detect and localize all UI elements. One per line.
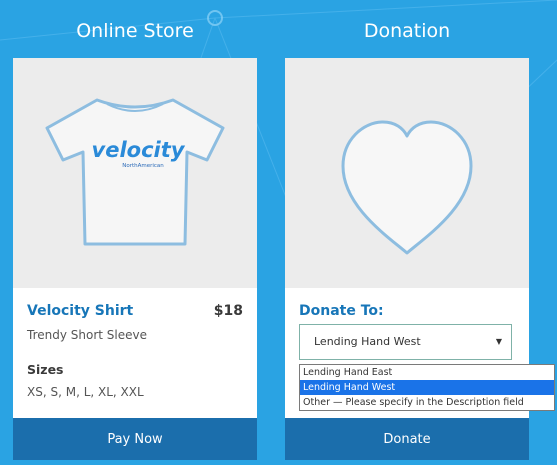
sizes-value: XS, S, M, L, XL, XXL	[27, 385, 144, 399]
shirt-brand-subtext: NorthAmerican	[122, 163, 164, 169]
option-lending-hand-west[interactable]: Lending Hand West	[300, 380, 554, 395]
sizes-label: Sizes	[27, 362, 64, 377]
online-store-title: Online Store	[76, 20, 194, 42]
option-lending-hand-east[interactable]: Lending Hand East	[300, 365, 554, 380]
donation-card: Donate To: Lending Hand West ▼ Lending H…	[285, 58, 555, 460]
donate-to-select[interactable]: Lending Hand West ▼	[299, 324, 512, 360]
caret-down-icon: ▼	[495, 337, 502, 346]
product-image-area: velocity NorthAmerican	[13, 58, 257, 288]
product-name: Velocity Shirt	[27, 303, 134, 319]
tshirt-icon: velocity NorthAmerican	[45, 98, 225, 246]
donate-button[interactable]: Donate	[285, 418, 529, 460]
product-price: $18	[213, 303, 243, 319]
donation-image-area	[285, 58, 529, 288]
shirt-brand-text: velocity	[92, 138, 186, 162]
product-subtitle: Trendy Short Sleeve	[27, 328, 147, 342]
donate-to-options-list: Lending Hand East Lending Hand West Othe…	[299, 364, 555, 411]
option-other[interactable]: Other — Please specify in the Descriptio…	[300, 395, 554, 410]
pay-now-button[interactable]: Pay Now	[13, 418, 257, 460]
product-card: velocity NorthAmerican Velocity Shirt $1…	[13, 58, 257, 460]
donation-title: Donation	[363, 20, 451, 42]
donate-to-label: Donate To:	[299, 303, 384, 319]
heart-icon	[341, 120, 473, 255]
donate-to-selected-value: Lending Hand West	[314, 335, 421, 348]
